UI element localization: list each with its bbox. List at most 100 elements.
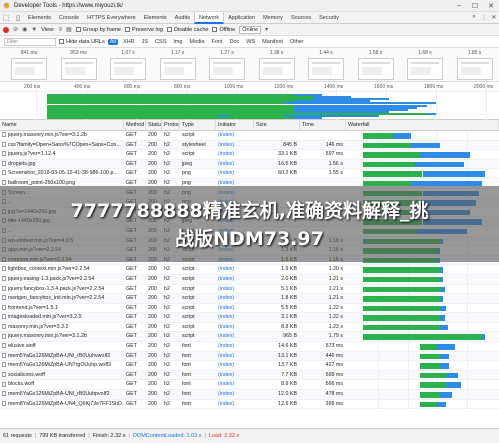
filmstrip-frame[interactable]: 953 ms [54,48,104,82]
table-row[interactable]: elusive.woff GET 200 h2 font (index) 14.6 KB 57… [0,342,499,352]
table-row[interactable]: css?family=Open+Sans%7COpen+Sans+Con... G… [0,140,499,151]
table-row[interactable]: lightbox_context.min.js?ver=2.2.54 GET 200… [0,265,499,275]
filmstrip-frame[interactable]: 1.07 s [103,48,153,82]
waterfall-bar[interactable] [348,353,497,360]
waterfall-bar[interactable] [348,305,497,312]
column-method[interactable]: Method [124,120,146,131]
close-devtools-icon[interactable]: ✕ [489,14,499,21]
waterfall-bar[interactable] [348,372,497,379]
menu-icon[interactable]: ⋮ [479,14,489,21]
timeline-overview[interactable]: 200 ms 400 ms 600 ms 800 ms 1000 ms 1200 ms 14… [0,82,499,120]
minimize-icon[interactable]: – [451,2,467,10]
table-row[interactable]: jquery.easing-1.3.pack.js?ver=2.2.54 GET 2… [0,274,499,285]
tab-https-everywhere[interactable]: HTTPS Everywhere [83,12,140,24]
column-waterfall[interactable]: Waterfall [346,120,499,131]
filmstrip-frame[interactable]: 1.44 s [301,48,351,82]
list-view-icon[interactable]: ≡ [59,27,63,33]
table-row[interactable]: dropjets.jpg GET 200 h2 jpeg (index) 16.5 KB 1.… [0,159,499,170]
filter-input[interactable]: Filter [4,37,56,46]
table-row[interactable]: jquery.js?ver=1.12.4 GET 200 h2 script (index… [0,150,499,160]
request-name[interactable]: nextgen_fancybox_init.min.js?ver=2.2.54 [8,295,104,301]
table-row[interactable]: mem5YaGs126MiZpBA-UNI_rB0UuhvwoIf2 GET 200… [0,351,499,362]
column-initiator[interactable]: Initiator [216,120,254,131]
tab-network[interactable]: Network [193,11,225,24]
table-row[interactable]: masonry.min.js?ver=3.3.2 GET 200 h2 script (i… [0,322,499,333]
request-name[interactable]: jquery.easing-1.3.pack.js?ver=2.2.54 [8,276,94,282]
table-row[interactable]: nextgen_fancybox_init.min.js?ver=2.2.54 G… [0,294,499,304]
waterfall-bar[interactable] [348,276,497,283]
request-name[interactable]: jquery.js?ver=1.12.4 [8,151,55,157]
filter-all[interactable]: All [107,38,118,45]
tab-application[interactable]: Application [224,12,259,24]
table-row[interactable]: mem5YaGs126MiZpBA-UNI_rB0UuhpvoIf2 GET 200… [0,390,499,400]
waterfall-bar[interactable] [348,152,497,158]
filter-manifest[interactable]: Manifest [260,39,285,45]
device-toggle-icon[interactable]: ▯ [12,14,24,22]
request-name[interactable]: mem5YaGs126MiZpBA-UN7rgOUuhp.woff2 [8,362,111,368]
waterfall-bar[interactable] [348,286,497,292]
waterfall-bar[interactable] [348,267,497,273]
column-size[interactable]: Size [254,120,300,131]
filter-xhr[interactable]: XHR [121,39,137,45]
request-name[interactable]: jquery.fancybox-1.3.4.pack.js?ver=2.2.54 [8,286,104,292]
more-tabs-icon[interactable]: » [469,14,479,21]
request-name[interactable]: mem8YaGs126MiZpBA-UN4_Q6Kj73e7FF1ShD... [8,401,124,407]
camera-icon[interactable]: ◉ [22,26,27,33]
offline-checkbox[interactable]: Offline [212,27,235,33]
filmstrip-frame[interactable]: 1.27 s [202,48,252,82]
preserve-log-checkbox[interactable]: Preserve log [125,27,163,33]
filter-js[interactable]: JS [140,39,150,45]
column-name[interactable]: Name [0,120,124,131]
hide-data-urls-checkbox[interactable]: Hide data URLs [59,39,105,45]
column-time[interactable]: Time [300,120,346,131]
tab-audits[interactable]: Audits [171,12,194,24]
waterfall-bar[interactable] [348,315,497,321]
request-name[interactable]: mem5YaGs126MiZpBA-UNI_rB0UuhpvoIf2 [8,391,109,397]
disable-cache-checkbox[interactable]: Disable cache [166,27,208,33]
request-name[interactable]: blocks.woff [8,381,34,387]
request-name[interactable]: Screenshot_2018-03-05-12-41-38-986-100.p… [8,170,118,176]
clear-icon[interactable]: ⊘ [13,26,18,33]
waterfall-bar[interactable] [348,133,497,139]
record-icon[interactable] [3,26,9,33]
table-row[interactable]: jquery.fancybox-1.3.4.pack.js?ver=2.2.54… [0,284,499,295]
waterfall-bar[interactable] [348,363,497,369]
filter-img[interactable]: Img [171,39,184,45]
filter-icon[interactable]: ▼ [31,27,37,33]
table-row[interactable]: imagesloaded.min.js?ver=3.2.0 GET 200 h2 scr… [0,313,499,323]
tab-security[interactable]: Security [315,12,343,24]
request-name[interactable]: css?family=Open+Sans%7COpen+Sans+Con... [8,142,121,148]
chevron-down-icon[interactable]: ▾ [265,26,268,33]
inspect-icon[interactable]: ⬚ [0,14,12,22]
group-by-frame-checkbox[interactable]: Group by frame [75,27,121,33]
request-name[interactable]: jquery.masonry.min.js?ver=3.1.2b [8,132,87,138]
waterfall-bar[interactable] [348,344,497,350]
waterfall-bar[interactable] [348,401,497,408]
column-protocol[interactable]: Protocol [162,120,180,131]
filter-media[interactable]: Media [187,39,206,45]
request-name[interactable]: frontend.js?ver=1.5.1 [8,305,58,311]
filmstrip-frame[interactable]: 1.58 s [351,48,401,82]
table-row[interactable]: socialicons.woff GET 200 h2 font (index) 7.7 K… [0,370,499,381]
overview-icon[interactable]: ▤ [66,26,72,33]
waterfall-bar[interactable] [348,161,497,168]
filter-doc[interactable]: Doc [227,39,241,45]
filter-ws[interactable]: WS [244,39,257,45]
filter-other[interactable]: Other [288,39,306,45]
request-name[interactable]: lightbox_context.min.js?ver=2.2.54 [8,266,90,272]
tab-sources[interactable]: Sources [287,12,315,24]
waterfall-bar[interactable] [348,296,497,302]
tab-console[interactable]: Console [55,12,83,24]
request-name[interactable]: socialicons.woff [8,372,45,378]
tab-elements-2[interactable]: Elements [140,12,171,24]
filmstrip-frame[interactable]: 841 ms [4,48,54,82]
table-row[interactable]: jquery.masonry.min.js?ver=3.1.2b GET 200 h2… [0,332,499,343]
waterfall-bar[interactable] [348,142,497,149]
table-row[interactable]: mem8YaGs126MiZpBA-UN4_Q6Kj73e7FF1ShD... G… [0,399,499,410]
filter-css[interactable]: CSS [153,39,168,45]
close-icon[interactable]: ✕ [483,2,499,10]
request-name[interactable]: mem5YaGs126MiZpBA-UNI_rB0UuhvwoIf2 [8,353,110,359]
filter-font[interactable]: Font [209,39,224,45]
filmstrip-frame[interactable]: 1.68 s [400,48,450,82]
table-row[interactable]: jquery.masonry.min.js?ver=3.1.2b GET 200 h2… [0,131,499,141]
